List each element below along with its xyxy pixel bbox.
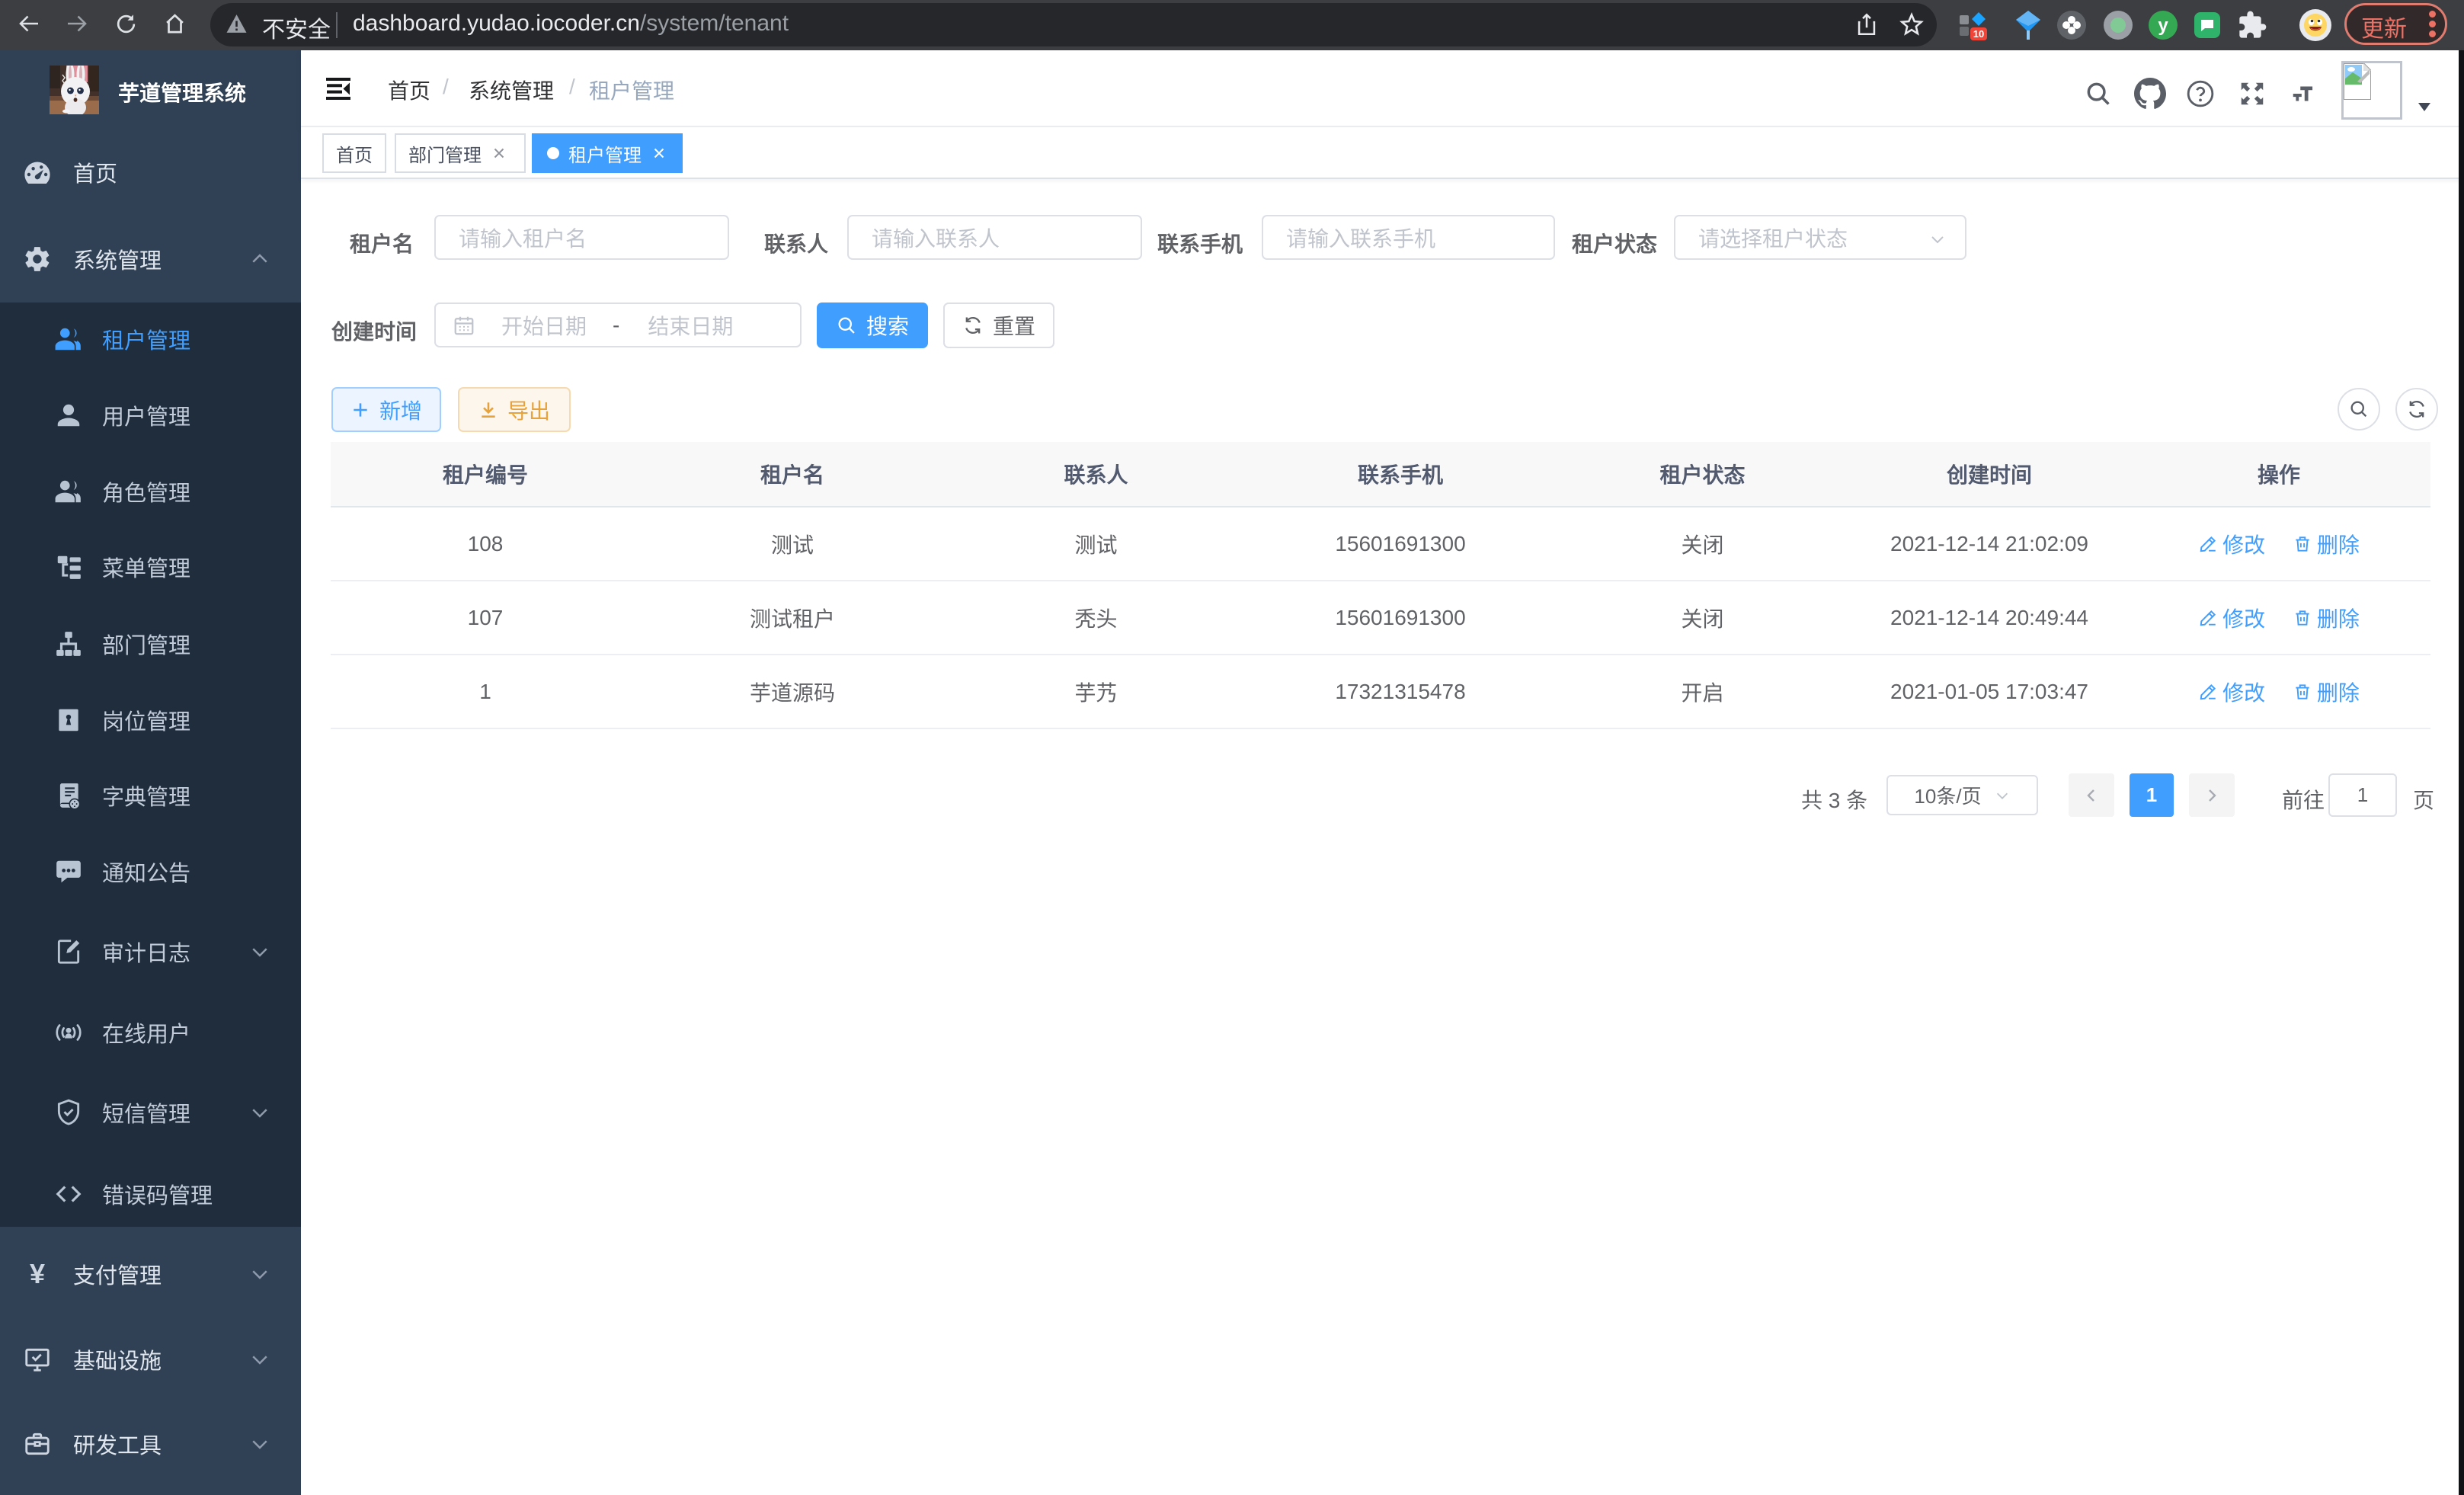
svg-text:10: 10: [1973, 28, 1984, 40]
svg-text:y: y: [2158, 15, 2168, 36]
